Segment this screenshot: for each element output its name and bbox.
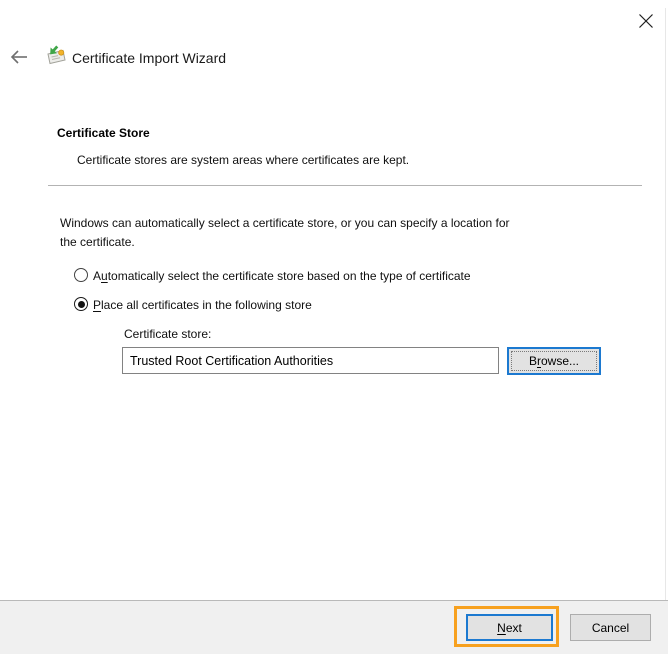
- certificate-store-input[interactable]: [122, 347, 499, 374]
- back-arrow-icon: [9, 49, 29, 65]
- radio-automatic-store-label[interactable]: Automatically select the certificate sto…: [93, 269, 471, 283]
- certificate-store-label: Certificate store:: [124, 327, 211, 341]
- window-right-border: [665, 8, 666, 644]
- close-icon: [638, 13, 654, 29]
- page-title: Certificate Import Wizard: [72, 50, 226, 66]
- next-button[interactable]: Next: [466, 614, 553, 641]
- browse-button[interactable]: Browse...: [507, 347, 601, 375]
- footer-band: [0, 601, 668, 654]
- close-button[interactable]: [634, 9, 658, 33]
- certificate-import-icon: [45, 45, 67, 67]
- section-subheading: Certificate stores are system areas wher…: [77, 153, 409, 167]
- header-divider: [48, 185, 642, 186]
- radio-selected-dot: [78, 301, 85, 308]
- back-button[interactable]: [7, 46, 31, 68]
- radio-place-in-store[interactable]: [74, 297, 88, 311]
- intro-text: Windows can automatically select a certi…: [60, 214, 510, 252]
- radio-automatic-store[interactable]: [74, 268, 88, 282]
- certificate-import-wizard-dialog: Certificate Import Wizard Certificate St…: [0, 0, 668, 654]
- cancel-button[interactable]: Cancel: [570, 614, 651, 641]
- radio-place-in-store-label[interactable]: Place all certificates in the following …: [93, 298, 312, 312]
- section-heading: Certificate Store: [57, 126, 150, 140]
